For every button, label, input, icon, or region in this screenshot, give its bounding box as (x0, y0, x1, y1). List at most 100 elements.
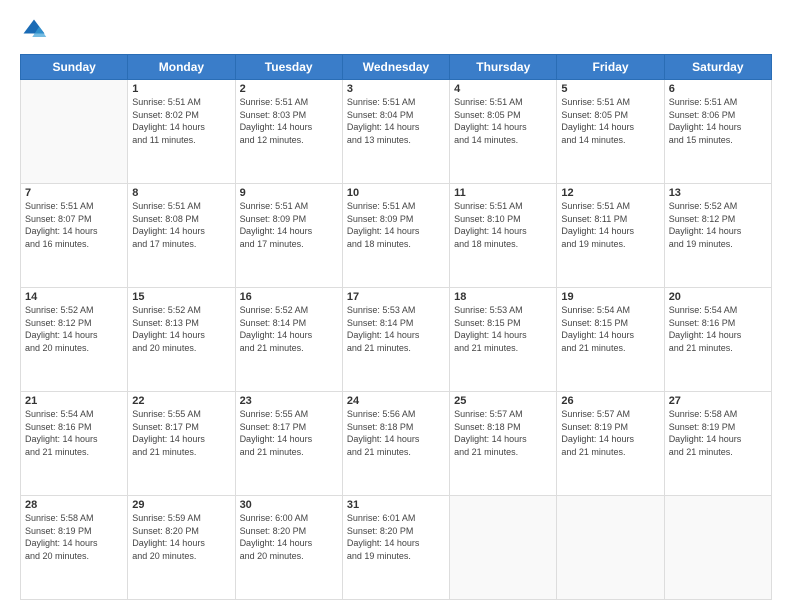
cell-w1-d4: 4Sunrise: 5:51 AMSunset: 8:05 PMDaylight… (450, 80, 557, 184)
col-wednesday: Wednesday (342, 55, 449, 80)
day-number-25: 25 (454, 395, 552, 407)
day-number-31: 31 (347, 499, 445, 511)
day-info-14: Sunrise: 5:52 AMSunset: 8:12 PMDaylight:… (25, 304, 123, 354)
day-info-16: Sunrise: 5:52 AMSunset: 8:14 PMDaylight:… (240, 304, 338, 354)
day-info-8: Sunrise: 5:51 AMSunset: 8:08 PMDaylight:… (132, 200, 230, 250)
cell-w5-d0: 28Sunrise: 5:58 AMSunset: 8:19 PMDayligh… (21, 496, 128, 600)
day-number-29: 29 (132, 499, 230, 511)
cell-w2-d4: 11Sunrise: 5:51 AMSunset: 8:10 PMDayligh… (450, 184, 557, 288)
day-number-4: 4 (454, 83, 552, 95)
day-info-1: Sunrise: 5:51 AMSunset: 8:02 PMDaylight:… (132, 96, 230, 146)
page: Sunday Monday Tuesday Wednesday Thursday… (0, 0, 792, 612)
cell-w5-d6 (664, 496, 771, 600)
day-number-5: 5 (561, 83, 659, 95)
col-monday: Monday (128, 55, 235, 80)
day-info-18: Sunrise: 5:53 AMSunset: 8:15 PMDaylight:… (454, 304, 552, 354)
day-number-23: 23 (240, 395, 338, 407)
cell-w4-d2: 23Sunrise: 5:55 AMSunset: 8:17 PMDayligh… (235, 392, 342, 496)
day-number-11: 11 (454, 187, 552, 199)
cell-w5-d3: 31Sunrise: 6:01 AMSunset: 8:20 PMDayligh… (342, 496, 449, 600)
day-info-24: Sunrise: 5:56 AMSunset: 8:18 PMDaylight:… (347, 408, 445, 458)
week-row-1: 1Sunrise: 5:51 AMSunset: 8:02 PMDaylight… (21, 80, 772, 184)
calendar-header-row: Sunday Monday Tuesday Wednesday Thursday… (21, 55, 772, 80)
cell-w5-d5 (557, 496, 664, 600)
day-number-9: 9 (240, 187, 338, 199)
cell-w4-d4: 25Sunrise: 5:57 AMSunset: 8:18 PMDayligh… (450, 392, 557, 496)
day-number-16: 16 (240, 291, 338, 303)
day-info-17: Sunrise: 5:53 AMSunset: 8:14 PMDaylight:… (347, 304, 445, 354)
day-number-15: 15 (132, 291, 230, 303)
cell-w2-d1: 8Sunrise: 5:51 AMSunset: 8:08 PMDaylight… (128, 184, 235, 288)
day-info-15: Sunrise: 5:52 AMSunset: 8:13 PMDaylight:… (132, 304, 230, 354)
day-number-18: 18 (454, 291, 552, 303)
day-number-12: 12 (561, 187, 659, 199)
day-info-25: Sunrise: 5:57 AMSunset: 8:18 PMDaylight:… (454, 408, 552, 458)
col-friday: Friday (557, 55, 664, 80)
cell-w4-d1: 22Sunrise: 5:55 AMSunset: 8:17 PMDayligh… (128, 392, 235, 496)
col-sunday: Sunday (21, 55, 128, 80)
cell-w3-d6: 20Sunrise: 5:54 AMSunset: 8:16 PMDayligh… (664, 288, 771, 392)
day-info-20: Sunrise: 5:54 AMSunset: 8:16 PMDaylight:… (669, 304, 767, 354)
logo-icon (20, 16, 48, 44)
day-number-6: 6 (669, 83, 767, 95)
col-saturday: Saturday (664, 55, 771, 80)
day-info-10: Sunrise: 5:51 AMSunset: 8:09 PMDaylight:… (347, 200, 445, 250)
cell-w2-d6: 13Sunrise: 5:52 AMSunset: 8:12 PMDayligh… (664, 184, 771, 288)
cell-w5-d4 (450, 496, 557, 600)
day-info-27: Sunrise: 5:58 AMSunset: 8:19 PMDaylight:… (669, 408, 767, 458)
cell-w4-d0: 21Sunrise: 5:54 AMSunset: 8:16 PMDayligh… (21, 392, 128, 496)
cell-w3-d0: 14Sunrise: 5:52 AMSunset: 8:12 PMDayligh… (21, 288, 128, 392)
day-number-10: 10 (347, 187, 445, 199)
day-info-9: Sunrise: 5:51 AMSunset: 8:09 PMDaylight:… (240, 200, 338, 250)
cell-w3-d3: 17Sunrise: 5:53 AMSunset: 8:14 PMDayligh… (342, 288, 449, 392)
day-info-31: Sunrise: 6:01 AMSunset: 8:20 PMDaylight:… (347, 512, 445, 562)
week-row-3: 14Sunrise: 5:52 AMSunset: 8:12 PMDayligh… (21, 288, 772, 392)
day-info-21: Sunrise: 5:54 AMSunset: 8:16 PMDaylight:… (25, 408, 123, 458)
day-info-5: Sunrise: 5:51 AMSunset: 8:05 PMDaylight:… (561, 96, 659, 146)
day-number-7: 7 (25, 187, 123, 199)
cell-w2-d3: 10Sunrise: 5:51 AMSunset: 8:09 PMDayligh… (342, 184, 449, 288)
day-info-19: Sunrise: 5:54 AMSunset: 8:15 PMDaylight:… (561, 304, 659, 354)
day-info-23: Sunrise: 5:55 AMSunset: 8:17 PMDaylight:… (240, 408, 338, 458)
day-info-7: Sunrise: 5:51 AMSunset: 8:07 PMDaylight:… (25, 200, 123, 250)
day-number-28: 28 (25, 499, 123, 511)
day-info-12: Sunrise: 5:51 AMSunset: 8:11 PMDaylight:… (561, 200, 659, 250)
day-info-22: Sunrise: 5:55 AMSunset: 8:17 PMDaylight:… (132, 408, 230, 458)
day-info-13: Sunrise: 5:52 AMSunset: 8:12 PMDaylight:… (669, 200, 767, 250)
day-number-2: 2 (240, 83, 338, 95)
cell-w3-d4: 18Sunrise: 5:53 AMSunset: 8:15 PMDayligh… (450, 288, 557, 392)
day-info-6: Sunrise: 5:51 AMSunset: 8:06 PMDaylight:… (669, 96, 767, 146)
col-tuesday: Tuesday (235, 55, 342, 80)
day-info-2: Sunrise: 5:51 AMSunset: 8:03 PMDaylight:… (240, 96, 338, 146)
day-number-27: 27 (669, 395, 767, 407)
cell-w3-d5: 19Sunrise: 5:54 AMSunset: 8:15 PMDayligh… (557, 288, 664, 392)
week-row-4: 21Sunrise: 5:54 AMSunset: 8:16 PMDayligh… (21, 392, 772, 496)
day-info-26: Sunrise: 5:57 AMSunset: 8:19 PMDaylight:… (561, 408, 659, 458)
cell-w2-d5: 12Sunrise: 5:51 AMSunset: 8:11 PMDayligh… (557, 184, 664, 288)
day-info-3: Sunrise: 5:51 AMSunset: 8:04 PMDaylight:… (347, 96, 445, 146)
cell-w4-d6: 27Sunrise: 5:58 AMSunset: 8:19 PMDayligh… (664, 392, 771, 496)
logo (20, 16, 52, 44)
col-thursday: Thursday (450, 55, 557, 80)
day-number-14: 14 (25, 291, 123, 303)
day-number-13: 13 (669, 187, 767, 199)
day-number-22: 22 (132, 395, 230, 407)
cell-w4-d3: 24Sunrise: 5:56 AMSunset: 8:18 PMDayligh… (342, 392, 449, 496)
cell-w3-d1: 15Sunrise: 5:52 AMSunset: 8:13 PMDayligh… (128, 288, 235, 392)
cell-w3-d2: 16Sunrise: 5:52 AMSunset: 8:14 PMDayligh… (235, 288, 342, 392)
day-number-19: 19 (561, 291, 659, 303)
header (20, 16, 772, 44)
day-number-17: 17 (347, 291, 445, 303)
week-row-2: 7Sunrise: 5:51 AMSunset: 8:07 PMDaylight… (21, 184, 772, 288)
day-number-8: 8 (132, 187, 230, 199)
day-number-1: 1 (132, 83, 230, 95)
day-number-3: 3 (347, 83, 445, 95)
cell-w1-d1: 1Sunrise: 5:51 AMSunset: 8:02 PMDaylight… (128, 80, 235, 184)
day-info-4: Sunrise: 5:51 AMSunset: 8:05 PMDaylight:… (454, 96, 552, 146)
cell-w5-d2: 30Sunrise: 6:00 AMSunset: 8:20 PMDayligh… (235, 496, 342, 600)
cell-w5-d1: 29Sunrise: 5:59 AMSunset: 8:20 PMDayligh… (128, 496, 235, 600)
cell-w4-d5: 26Sunrise: 5:57 AMSunset: 8:19 PMDayligh… (557, 392, 664, 496)
day-info-29: Sunrise: 5:59 AMSunset: 8:20 PMDaylight:… (132, 512, 230, 562)
cell-w1-d2: 2Sunrise: 5:51 AMSunset: 8:03 PMDaylight… (235, 80, 342, 184)
cell-w1-d6: 6Sunrise: 5:51 AMSunset: 8:06 PMDaylight… (664, 80, 771, 184)
